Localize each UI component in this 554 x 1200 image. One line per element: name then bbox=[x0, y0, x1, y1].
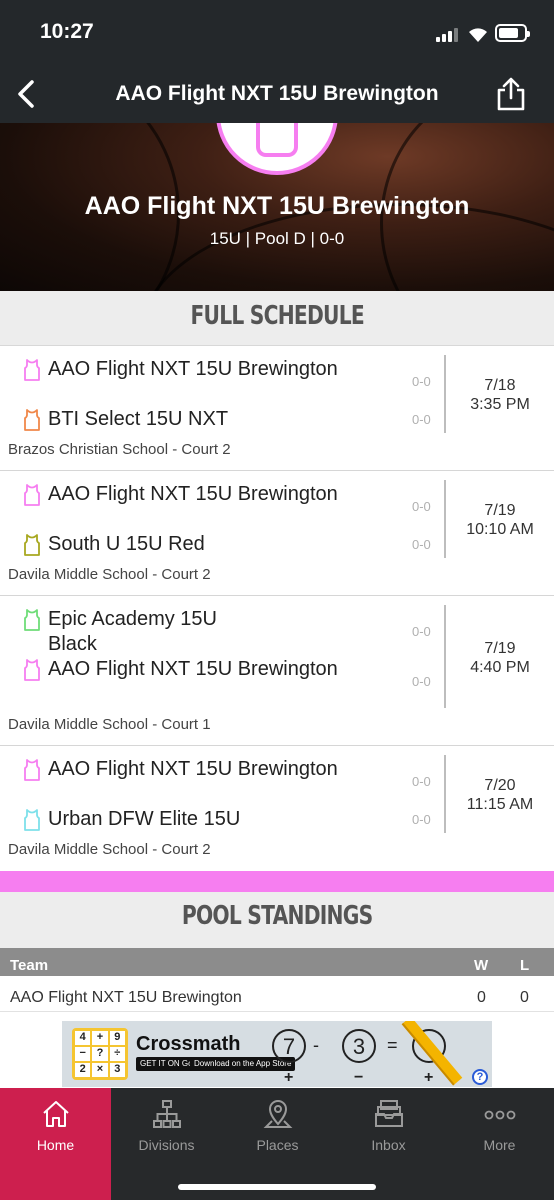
status-bar: 10:27 bbox=[0, 0, 554, 66]
ad-logo-grid: 4 +9 −? ÷ 2 × 3 bbox=[72, 1028, 128, 1080]
tab-more[interactable]: More bbox=[444, 1088, 554, 1200]
game-time: 10:10 AM bbox=[466, 521, 534, 538]
jersey-icon bbox=[24, 609, 40, 631]
team-name: Urban DFW Elite 15U bbox=[48, 808, 241, 830]
home-indicator bbox=[178, 1184, 376, 1190]
team-score: 0-0 bbox=[412, 624, 431, 639]
team-name: AAO Flight NXT 15U Brewington bbox=[48, 483, 338, 505]
game-venue: Davila Middle School - Court 2 bbox=[8, 841, 211, 858]
team-name: Epic Academy 15U Black bbox=[48, 608, 217, 655]
ad-puzzle-sign: + bbox=[424, 1069, 434, 1086]
game-time: 3:35 PM bbox=[470, 396, 530, 413]
team-score: 0-0 bbox=[412, 774, 431, 789]
jersey-icon bbox=[24, 534, 40, 556]
full-schedule-heading: FULL SCHEDULE bbox=[0, 291, 554, 346]
game-date: 7/19 bbox=[484, 502, 516, 519]
game-card[interactable]: AAO Flight NXT 15U Brewington 0-0 South … bbox=[0, 471, 554, 596]
schedule-list: AAO Flight NXT 15U Brewington 0-0 BTI Se… bbox=[0, 346, 554, 871]
team-row: South U 15U Red bbox=[22, 532, 408, 557]
game-card[interactable]: AAO Flight NXT 15U Brewington 0-0 BTI Se… bbox=[0, 346, 554, 471]
team-score: 0-0 bbox=[412, 412, 431, 427]
team-title: AAO Flight NXT 15U Brewington bbox=[84, 192, 470, 220]
jersey-icon bbox=[24, 484, 40, 506]
game-venue: Brazos Christian School - Court 2 bbox=[8, 441, 231, 458]
status-time: 10:27 bbox=[40, 20, 94, 43]
team-hero-banner: AAO Flight NXT 15U Brewington 15U | Pool… bbox=[0, 123, 554, 291]
team-row: AAO Flight NXT 15U Brewington bbox=[22, 482, 408, 507]
team-score: 0-0 bbox=[412, 499, 431, 514]
divisions-icon bbox=[153, 1100, 181, 1128]
accent-divider bbox=[0, 871, 554, 892]
team-score: 0-0 bbox=[412, 374, 431, 389]
standings-row[interactable]: AAO Flight NXT 15U Brewington 0 0 bbox=[0, 982, 554, 1012]
ad-banner[interactable]: 4 +9 −? ÷ 2 × 3 Crossmath GET IT ON Google P… bbox=[62, 1021, 492, 1087]
back-chevron-icon[interactable] bbox=[12, 78, 42, 110]
ad-brand: Crossmath bbox=[136, 1033, 241, 1055]
team-name: BTI Select 15U NXT bbox=[48, 408, 229, 430]
more-dots-icon bbox=[484, 1110, 516, 1120]
tab-home[interactable]: Home bbox=[0, 1088, 111, 1200]
team-score: 0-0 bbox=[412, 812, 431, 827]
share-icon[interactable] bbox=[494, 76, 528, 112]
tab-label: Home bbox=[36, 1137, 75, 1153]
ad-puzzle-sign: − bbox=[354, 1069, 364, 1086]
team-score: 0-0 bbox=[412, 674, 431, 689]
jersey-icon bbox=[24, 359, 40, 381]
team-subtitle: 15U | Pool D | 0-0 bbox=[209, 229, 345, 248]
ad-puzzle-op: - bbox=[313, 1035, 319, 1055]
game-venue: Davila Middle School - Court 1 bbox=[8, 716, 211, 733]
standings-team: AAO Flight NXT 15U Brewington bbox=[10, 989, 242, 1006]
team-name: South U 15U Red bbox=[48, 533, 205, 555]
team-row: AAO Flight NXT 15U Brewington bbox=[22, 757, 408, 782]
inbox-icon bbox=[375, 1100, 403, 1127]
battery-icon bbox=[495, 24, 530, 42]
team-row: Epic Academy 15U Black bbox=[22, 607, 218, 657]
jersey-icon bbox=[24, 409, 40, 431]
tab-label: More bbox=[483, 1137, 516, 1153]
column-wins: W bbox=[474, 957, 489, 974]
jersey-icon bbox=[24, 659, 40, 681]
game-card[interactable]: Epic Academy 15U Black 0-0 AAO Flight NX… bbox=[0, 596, 554, 746]
team-name: AAO Flight NXT 15U Brewington bbox=[48, 758, 338, 780]
team-row: Urban DFW Elite 15U bbox=[22, 807, 408, 832]
standings-losses: 0 bbox=[520, 989, 529, 1006]
ad-puzzle-sign: + bbox=[284, 1069, 294, 1086]
game-date: 7/19 bbox=[484, 640, 516, 657]
game-date: 7/20 bbox=[484, 777, 516, 794]
ad-info-icon[interactable]: ? bbox=[472, 1069, 488, 1085]
navigation-bar: AAO Flight NXT 15U Brewington bbox=[0, 66, 554, 123]
ad-puzzle-circle: 3 bbox=[342, 1029, 376, 1063]
ad-puzzle-op: = bbox=[387, 1035, 398, 1055]
team-name: AAO Flight NXT 15U Brewington bbox=[48, 358, 338, 380]
team-row: AAO Flight NXT 15U Brewington bbox=[22, 357, 408, 382]
nav-title: AAO Flight NXT 15U Brewington bbox=[115, 82, 439, 105]
tab-label: Divisions bbox=[138, 1137, 195, 1153]
team-row: BTI Select 15U NXT bbox=[22, 407, 408, 432]
team-logo bbox=[216, 123, 338, 175]
team-name: AAO Flight NXT 15U Brewington bbox=[48, 658, 338, 680]
home-icon bbox=[43, 1101, 69, 1127]
column-losses: L bbox=[520, 957, 530, 974]
standings-header-row: Team W L bbox=[0, 948, 554, 976]
jersey-icon bbox=[256, 123, 298, 157]
game-card[interactable]: AAO Flight NXT 15U Brewington 0-0 Urban … bbox=[0, 746, 554, 871]
tab-label: Places bbox=[256, 1137, 299, 1153]
standings-wins: 0 bbox=[477, 989, 486, 1006]
pool-standings-heading: POOL STANDINGS bbox=[0, 892, 554, 948]
team-row: AAO Flight NXT 15U Brewington bbox=[22, 657, 408, 682]
jersey-icon bbox=[24, 759, 40, 781]
cellular-signal-icon bbox=[436, 28, 460, 42]
team-score: 0-0 bbox=[412, 537, 431, 552]
ad-puzzle-circle: 7 bbox=[272, 1029, 306, 1063]
jersey-icon bbox=[24, 809, 40, 831]
column-team: Team bbox=[10, 957, 49, 974]
game-time: 4:40 PM bbox=[470, 659, 530, 676]
game-time: 11:15 AM bbox=[466, 796, 534, 813]
game-date: 7/18 bbox=[484, 377, 516, 394]
game-venue: Davila Middle School - Court 2 bbox=[8, 566, 211, 583]
location-pin-icon bbox=[263, 1100, 293, 1128]
tab-label: Inbox bbox=[371, 1137, 406, 1153]
wifi-icon bbox=[469, 28, 487, 42]
